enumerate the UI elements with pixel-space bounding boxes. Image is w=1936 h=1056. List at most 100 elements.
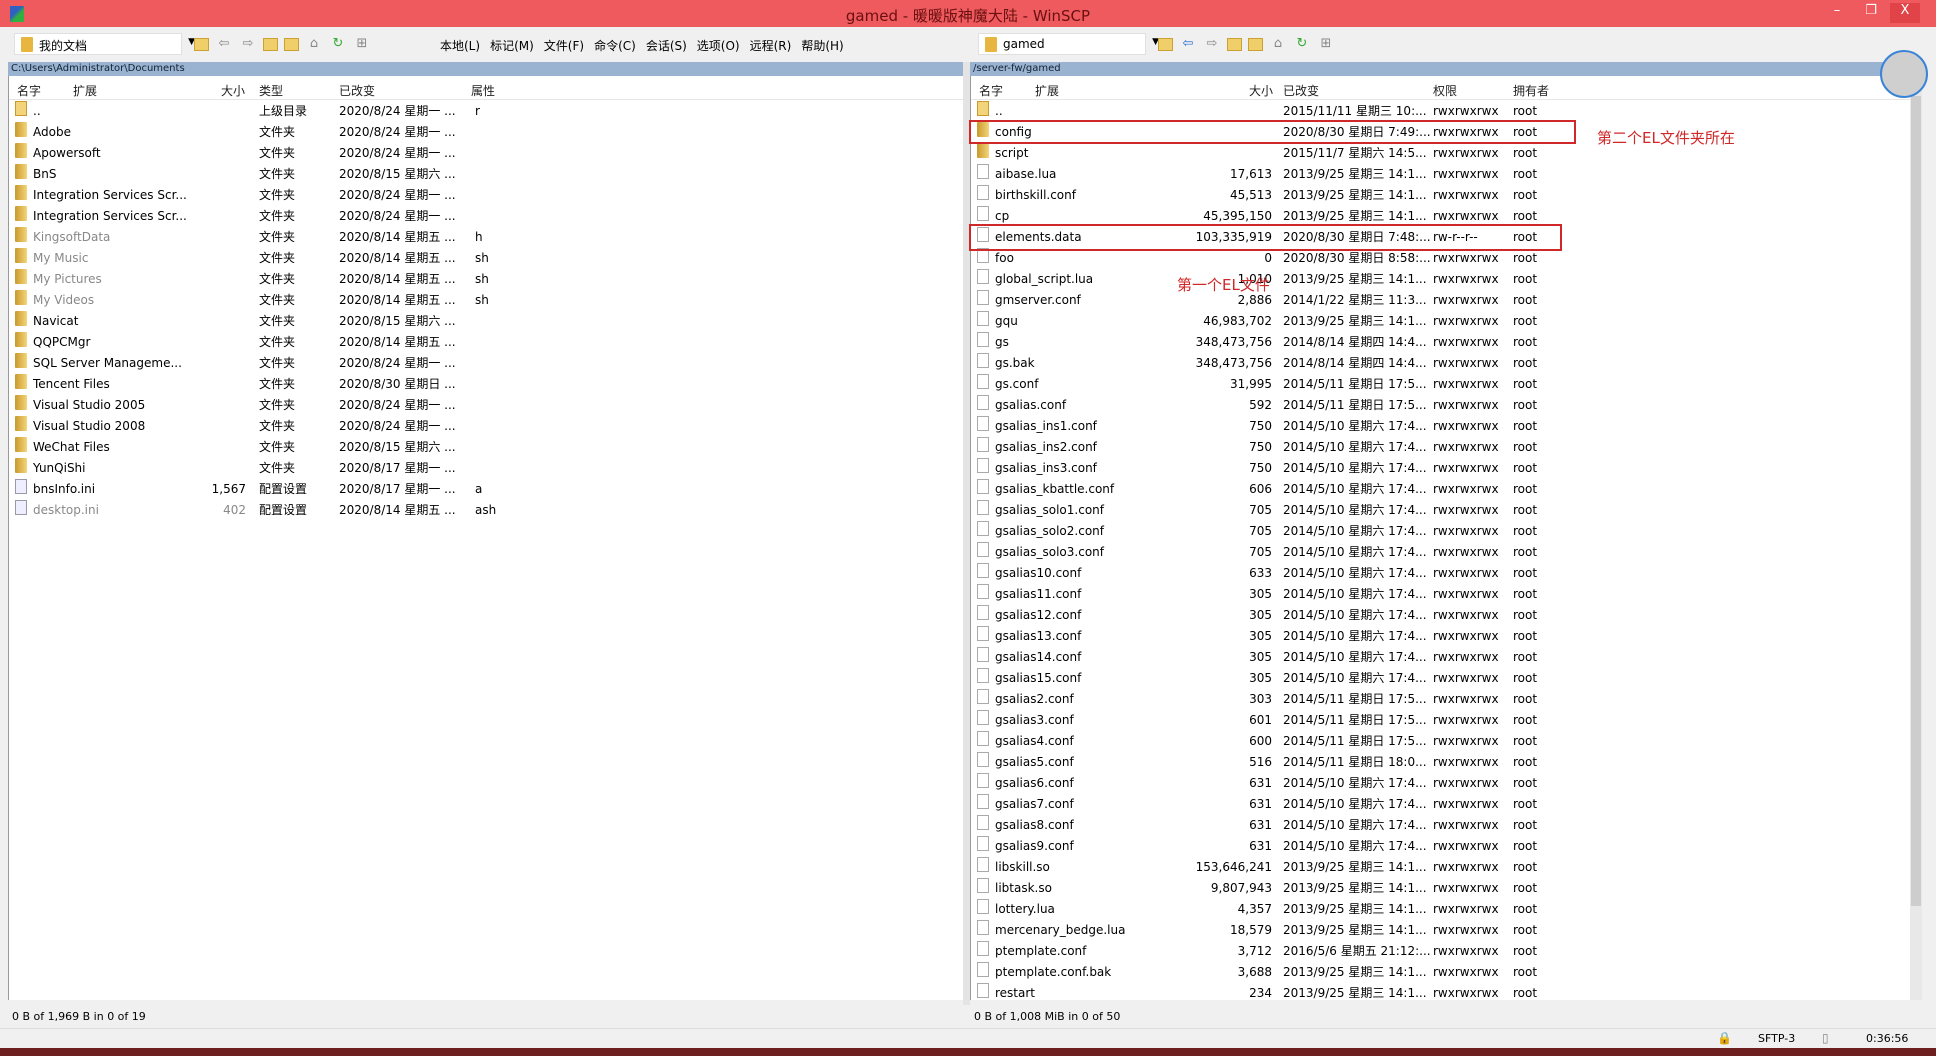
file-row[interactable]: script 2015/11/7 星期六 14:5... rwxrwxrwx root <box>971 143 1910 164</box>
menu-session[interactable]: 会话(S) <box>646 37 687 54</box>
col-name[interactable]: 名字 <box>17 82 41 99</box>
file-row[interactable]: libskill.so 153,646,241 2013/9/25 星期三 14:1… <box>971 857 1910 878</box>
file-row[interactable]: Visual Studio 2005 文件夹 2020/8/24 星期一 ... <box>9 395 963 416</box>
file-row[interactable]: gsalias6.conf 631 2014/5/10 星期六 17:4... rwx… <box>971 773 1910 794</box>
file-row[interactable]: SQL Server Manageme... 文件夹 2020/8/24 星期一 .… <box>9 353 963 374</box>
home-icon[interactable]: ⌂ <box>1269 36 1287 53</box>
menu-files[interactable]: 文件(F) <box>544 37 584 54</box>
file-row[interactable]: Tencent Files 文件夹 2020/8/30 星期日 ... <box>9 374 963 395</box>
file-row[interactable]: birthskill.conf 45,513 2013/9/25 星期三 14:1.… <box>971 185 1910 206</box>
file-row[interactable]: gsalias_ins3.conf 750 2014/5/10 星期六 17:4..… <box>971 458 1910 479</box>
file-row[interactable]: gqu 46,983,702 2013/9/25 星期三 14:1... rwxrwx… <box>971 311 1910 332</box>
col-ext[interactable]: 扩展 <box>73 82 97 99</box>
back-icon[interactable]: ⇦ <box>215 36 233 53</box>
file-row[interactable]: aibase.lua 17,613 2013/9/25 星期三 14:1... rwx… <box>971 164 1910 185</box>
panel-splitter[interactable] <box>963 62 970 1005</box>
file-row[interactable]: gsalias5.conf 516 2014/5/11 星期日 18:0... rwx… <box>971 752 1910 773</box>
file-row[interactable]: gsalias10.conf 633 2014/5/10 星期六 17:4... rw… <box>971 563 1910 584</box>
file-row[interactable]: gs.conf 31,995 2014/5/11 星期日 17:5... rwxrwx… <box>971 374 1910 395</box>
refresh-icon[interactable]: ↻ <box>1293 36 1311 53</box>
file-row[interactable]: YunQiShi 文件夹 2020/8/17 星期一 ... <box>9 458 963 479</box>
col-name[interactable]: 名字 <box>979 82 1003 99</box>
file-row[interactable]: My Pictures 文件夹 2020/8/14 星期五 ... sh <box>9 269 963 290</box>
file-row[interactable]: gsalias_solo2.conf 705 2014/5/10 星期六 17:4.… <box>971 521 1910 542</box>
forward-icon[interactable]: ⇨ <box>1203 36 1221 53</box>
tree-icon[interactable]: ⊞ <box>1317 36 1335 53</box>
back-icon[interactable]: ⇦ <box>1179 36 1197 53</box>
menu-local[interactable]: 本地(L) <box>440 37 480 54</box>
menu-commands[interactable]: 命令(C) <box>594 37 636 54</box>
col-type[interactable]: 类型 <box>259 82 283 99</box>
file-row[interactable]: gsalias3.conf 601 2014/5/11 星期日 17:5... rwx… <box>971 710 1910 731</box>
file-row[interactable]: BnS 文件夹 2020/8/15 星期六 ... <box>9 164 963 185</box>
file-row[interactable]: .. 2015/11/11 星期三 10:... rwxrwxrwx root <box>971 101 1910 122</box>
tree-icon[interactable]: ⊞ <box>353 36 371 53</box>
scrollbar-thumb[interactable] <box>1911 96 1921 906</box>
col-attr[interactable]: 属性 <box>471 82 495 99</box>
parent-dir-icon[interactable] <box>1227 38 1242 51</box>
home-icon[interactable]: ⌂ <box>305 36 323 53</box>
file-row[interactable]: gsalias12.conf 305 2014/5/10 星期六 17:4... rw… <box>971 605 1910 626</box>
file-row[interactable]: restart 234 2013/9/25 星期三 14:1... rwxrwxrwx… <box>971 983 1910 1000</box>
file-row[interactable]: bnsInfo.ini 1,567 配置设置 2020/8/17 星期一 ... a <box>9 479 963 500</box>
parent-dir-icon[interactable] <box>263 38 278 51</box>
remote-dir-select[interactable]: gamed ▼ <box>978 33 1159 55</box>
col-size[interactable]: 大小 <box>221 82 245 99</box>
file-row[interactable]: gsalias.conf 592 2014/5/11 星期日 17:5... rwxr… <box>971 395 1910 416</box>
col-permissions[interactable]: 权限 <box>1433 82 1457 99</box>
root-dir-icon[interactable] <box>1248 38 1263 51</box>
close-button[interactable]: X <box>1890 3 1920 23</box>
remote-scrollbar[interactable] <box>1910 76 1922 1000</box>
file-row[interactable]: gsalias_solo3.conf 705 2014/5/10 星期六 17:4.… <box>971 542 1910 563</box>
file-row[interactable]: QQPCMgr 文件夹 2020/8/14 星期五 ... <box>9 332 963 353</box>
file-row[interactable]: gsalias4.conf 600 2014/5/11 星期日 17:5... rwx… <box>971 731 1910 752</box>
file-row[interactable]: Apowersoft 文件夹 2020/8/24 星期一 ... <box>9 143 963 164</box>
col-ext[interactable]: 扩展 <box>1035 82 1059 99</box>
floating-avatar[interactable] <box>1880 50 1928 98</box>
col-size[interactable]: 大小 <box>1249 82 1273 99</box>
file-row[interactable]: gsalias_ins1.conf 750 2014/5/10 星期六 17:4..… <box>971 416 1910 437</box>
root-dir-icon[interactable] <box>284 38 299 51</box>
file-row[interactable]: gsalias7.conf 631 2014/5/10 星期六 17:4... rwx… <box>971 794 1910 815</box>
col-owner[interactable]: 拥有者 <box>1513 82 1549 99</box>
file-row[interactable]: ptemplate.conf.bak 3,688 2013/9/25 星期三 14:… <box>971 962 1910 983</box>
open-folder-icon[interactable] <box>194 38 209 51</box>
maximize-button[interactable]: ❐ <box>1856 3 1886 23</box>
file-row[interactable]: gsalias_ins2.conf 750 2014/5/10 星期六 17:4..… <box>971 437 1910 458</box>
file-row[interactable]: .. 上级目录 2020/8/24 星期一 ... r <box>9 101 963 122</box>
file-row[interactable]: desktop.ini 402 配置设置 2020/8/14 星期五 ... ash <box>9 500 963 521</box>
file-row[interactable]: foo 0 2020/8/30 星期日 8:58:... rwxrwxrwx root <box>971 248 1910 269</box>
file-row[interactable]: Integration Services Scr... 文件夹 2020/8/24 … <box>9 206 963 227</box>
file-row[interactable]: KingsoftData 文件夹 2020/8/14 星期五 ... h <box>9 227 963 248</box>
file-row[interactable]: gsalias13.conf 305 2014/5/10 星期六 17:4... rw… <box>971 626 1910 647</box>
file-row[interactable]: WeChat Files 文件夹 2020/8/15 星期六 ... <box>9 437 963 458</box>
file-row[interactable]: Navicat 文件夹 2020/8/15 星期六 ... <box>9 311 963 332</box>
menu-mark[interactable]: 标记(M) <box>490 37 534 54</box>
file-row[interactable]: gs.bak 348,473,756 2014/8/14 星期四 14:4... rw… <box>971 353 1910 374</box>
file-row[interactable]: Integration Services Scr... 文件夹 2020/8/24 … <box>9 185 963 206</box>
file-row[interactable]: gsalias15.conf 305 2014/5/10 星期六 17:4... rw… <box>971 668 1910 689</box>
menu-help[interactable]: 帮助(H) <box>801 37 843 54</box>
file-row[interactable]: gsalias11.conf 305 2014/5/10 星期六 17:4... rw… <box>971 584 1910 605</box>
local-drive-select[interactable]: 我的文档 ▼ <box>14 33 195 55</box>
file-row[interactable]: gs 348,473,756 2014/8/14 星期四 14:4... rwxrwx… <box>971 332 1910 353</box>
file-row[interactable]: Adobe 文件夹 2020/8/24 星期一 ... <box>9 122 963 143</box>
menu-remote[interactable]: 远程(R) <box>750 37 792 54</box>
menu-options[interactable]: 选项(O) <box>697 37 740 54</box>
file-row[interactable]: gsalias14.conf 305 2014/5/10 星期六 17:4... rw… <box>971 647 1910 668</box>
forward-icon[interactable]: ⇨ <box>239 36 257 53</box>
file-row[interactable]: mercenary_bedge.lua 18,579 2013/9/25 星期三 1… <box>971 920 1910 941</box>
minimize-button[interactable]: – <box>1822 3 1852 23</box>
col-changed[interactable]: 已改变 <box>339 82 375 99</box>
file-row[interactable]: gsalias_solo1.conf 705 2014/5/10 星期六 17:4.… <box>971 500 1910 521</box>
file-row[interactable]: gsalias_kbattle.conf 606 2014/5/10 星期六 17:… <box>971 479 1910 500</box>
file-row[interactable]: My Videos 文件夹 2020/8/14 星期五 ... sh <box>9 290 963 311</box>
file-row[interactable]: gsalias9.conf 631 2014/5/10 星期六 17:4... rwx… <box>971 836 1910 857</box>
file-row[interactable]: Visual Studio 2008 文件夹 2020/8/24 星期一 ... <box>9 416 963 437</box>
file-row[interactable]: gsalias8.conf 631 2014/5/10 星期六 17:4... rwx… <box>971 815 1910 836</box>
col-changed[interactable]: 已改变 <box>1283 82 1319 99</box>
refresh-icon[interactable]: ↻ <box>329 36 347 53</box>
file-row[interactable]: gmserver.conf 2,886 2014/1/22 星期三 11:3... r… <box>971 290 1910 311</box>
file-row[interactable]: lottery.lua 4,357 2013/9/25 星期三 14:1... rwx… <box>971 899 1910 920</box>
local-file-list[interactable]: 名字 扩展 大小 类型 已改变 属性 .. 上级目录 2020/8/24 星期一 .… <box>8 76 963 1000</box>
